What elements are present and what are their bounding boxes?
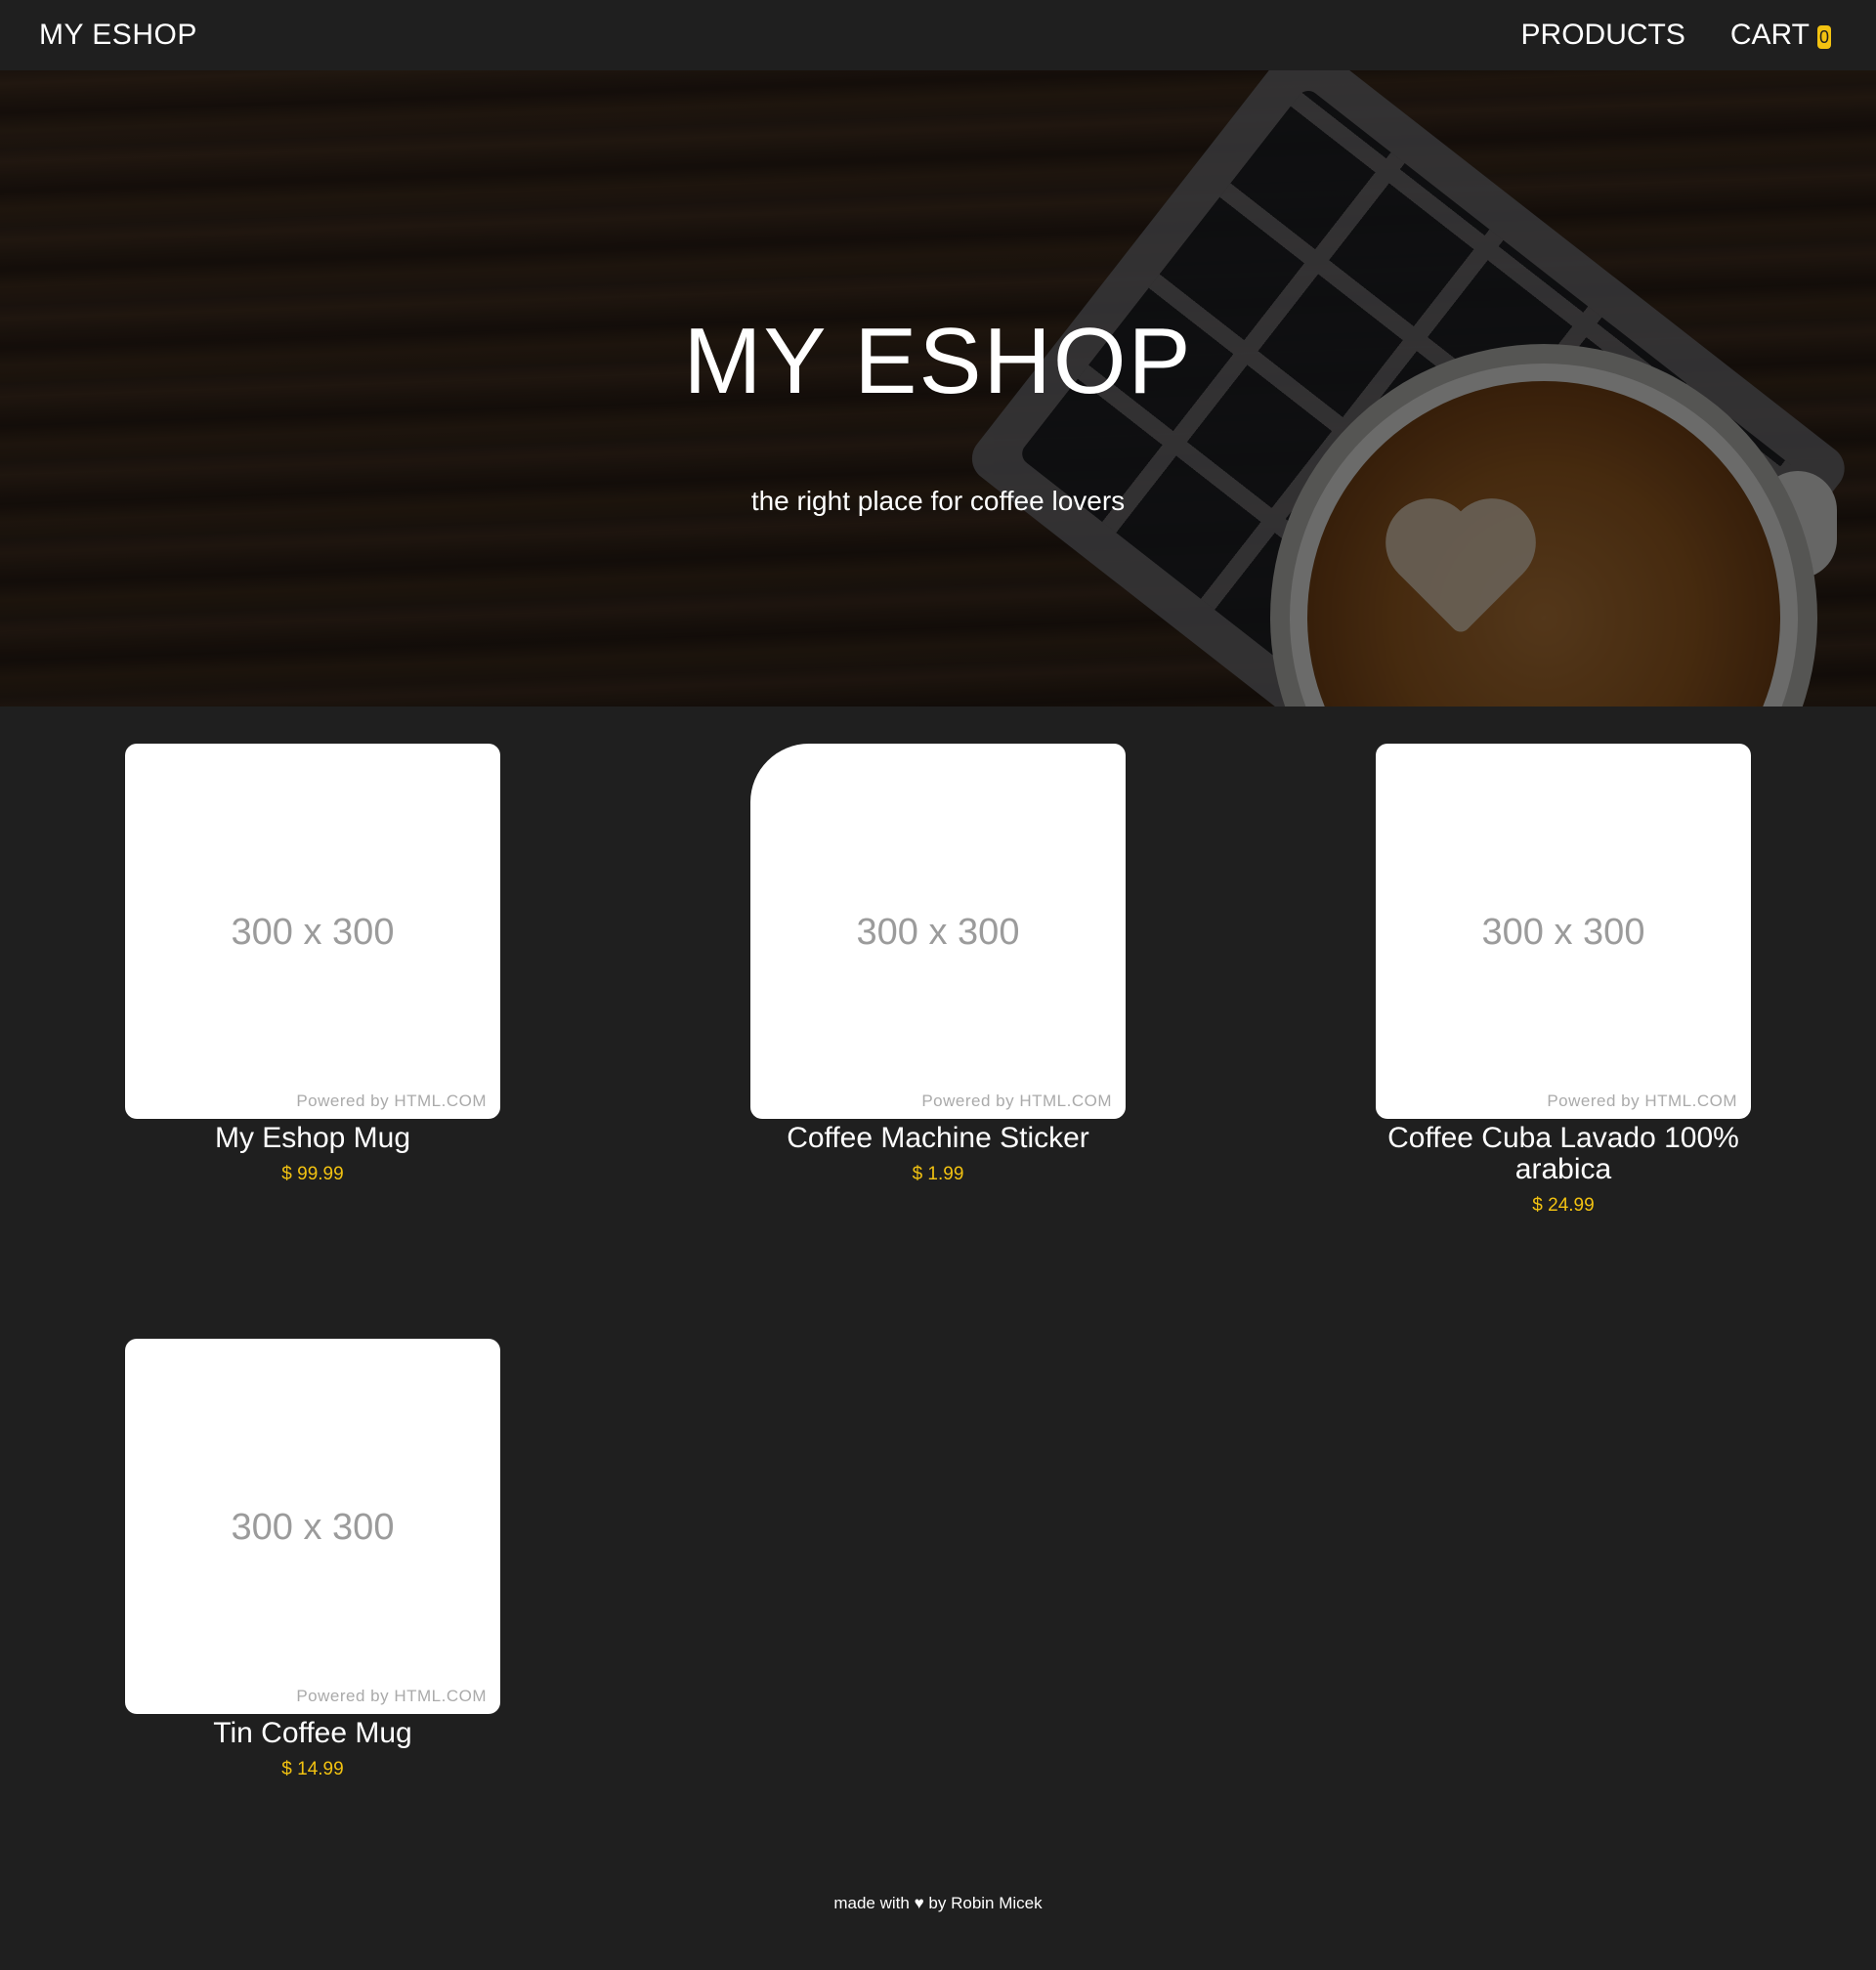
product-price: $ 1.99 (912, 1164, 964, 1184)
product-card[interactable]: 300 x 300 Powered by HTML.COM Coffee Mac… (750, 744, 1126, 1185)
nav-cart-label: CART (1729, 19, 1810, 51)
navbar: MY ESHOP PRODUCTS CART 0 (0, 0, 1876, 70)
powered-by-label: Powered by HTML.COM (296, 1687, 487, 1705)
hero-title: MY ESHOP (683, 309, 1193, 413)
powered-by-label: Powered by HTML.COM (296, 1092, 487, 1110)
hero-subtitle: the right place for coffee lovers (750, 486, 1126, 516)
image-placeholder-label: 300 x 300 (231, 1507, 395, 1548)
powered-by-label: Powered by HTML.COM (921, 1092, 1112, 1110)
footer-author: by Robin Micek (928, 1894, 1043, 1912)
brand-logo[interactable]: MY ESHOP (39, 19, 197, 52)
image-placeholder-label: 300 x 300 (1481, 912, 1645, 953)
product-card[interactable]: 300 x 300 Powered by HTML.COM My Eshop M… (125, 744, 500, 1185)
nav-cart-link[interactable]: CART 0 (1730, 19, 1831, 52)
image-placeholder-label: 300 x 300 (231, 912, 395, 953)
product-name[interactable]: Tin Coffee Mug (125, 1718, 500, 1749)
footer: made with ♥ by Robin Micek (0, 1894, 1876, 1913)
product-card[interactable]: 300 x 300 Powered by HTML.COM Tin Coffee… (125, 1339, 500, 1780)
product-image[interactable]: 300 x 300 Powered by HTML.COM (125, 744, 500, 1119)
product-price: $ 14.99 (281, 1759, 344, 1779)
hero-banner: MY ESHOP the right place for coffee love… (0, 70, 1876, 707)
product-card[interactable]: 300 x 300 Powered by HTML.COM Coffee Cub… (1376, 744, 1751, 1217)
image-placeholder-label: 300 x 300 (856, 912, 1020, 953)
product-name[interactable]: Coffee Cuba Lavado 100% arabica (1376, 1123, 1751, 1185)
nav-products-link[interactable]: PRODUCTS (1521, 19, 1685, 52)
powered-by-label: Powered by HTML.COM (1547, 1092, 1737, 1110)
product-price: $ 99.99 (281, 1164, 344, 1184)
nav-links: PRODUCTS CART 0 (1521, 19, 1837, 52)
product-name[interactable]: My Eshop Mug (125, 1123, 500, 1154)
cart-count-badge: 0 (1817, 25, 1831, 49)
nav-products-label: PRODUCTS (1520, 19, 1685, 51)
heart-icon: ♥ (914, 1894, 924, 1912)
product-image[interactable]: 300 x 300 Powered by HTML.COM (750, 744, 1126, 1119)
product-name[interactable]: Coffee Machine Sticker (750, 1123, 1126, 1154)
footer-text-before: made with (833, 1894, 910, 1912)
product-image[interactable]: 300 x 300 Powered by HTML.COM (125, 1339, 500, 1714)
product-image[interactable]: 300 x 300 Powered by HTML.COM (1376, 744, 1751, 1119)
product-price: $ 24.99 (1532, 1195, 1595, 1216)
